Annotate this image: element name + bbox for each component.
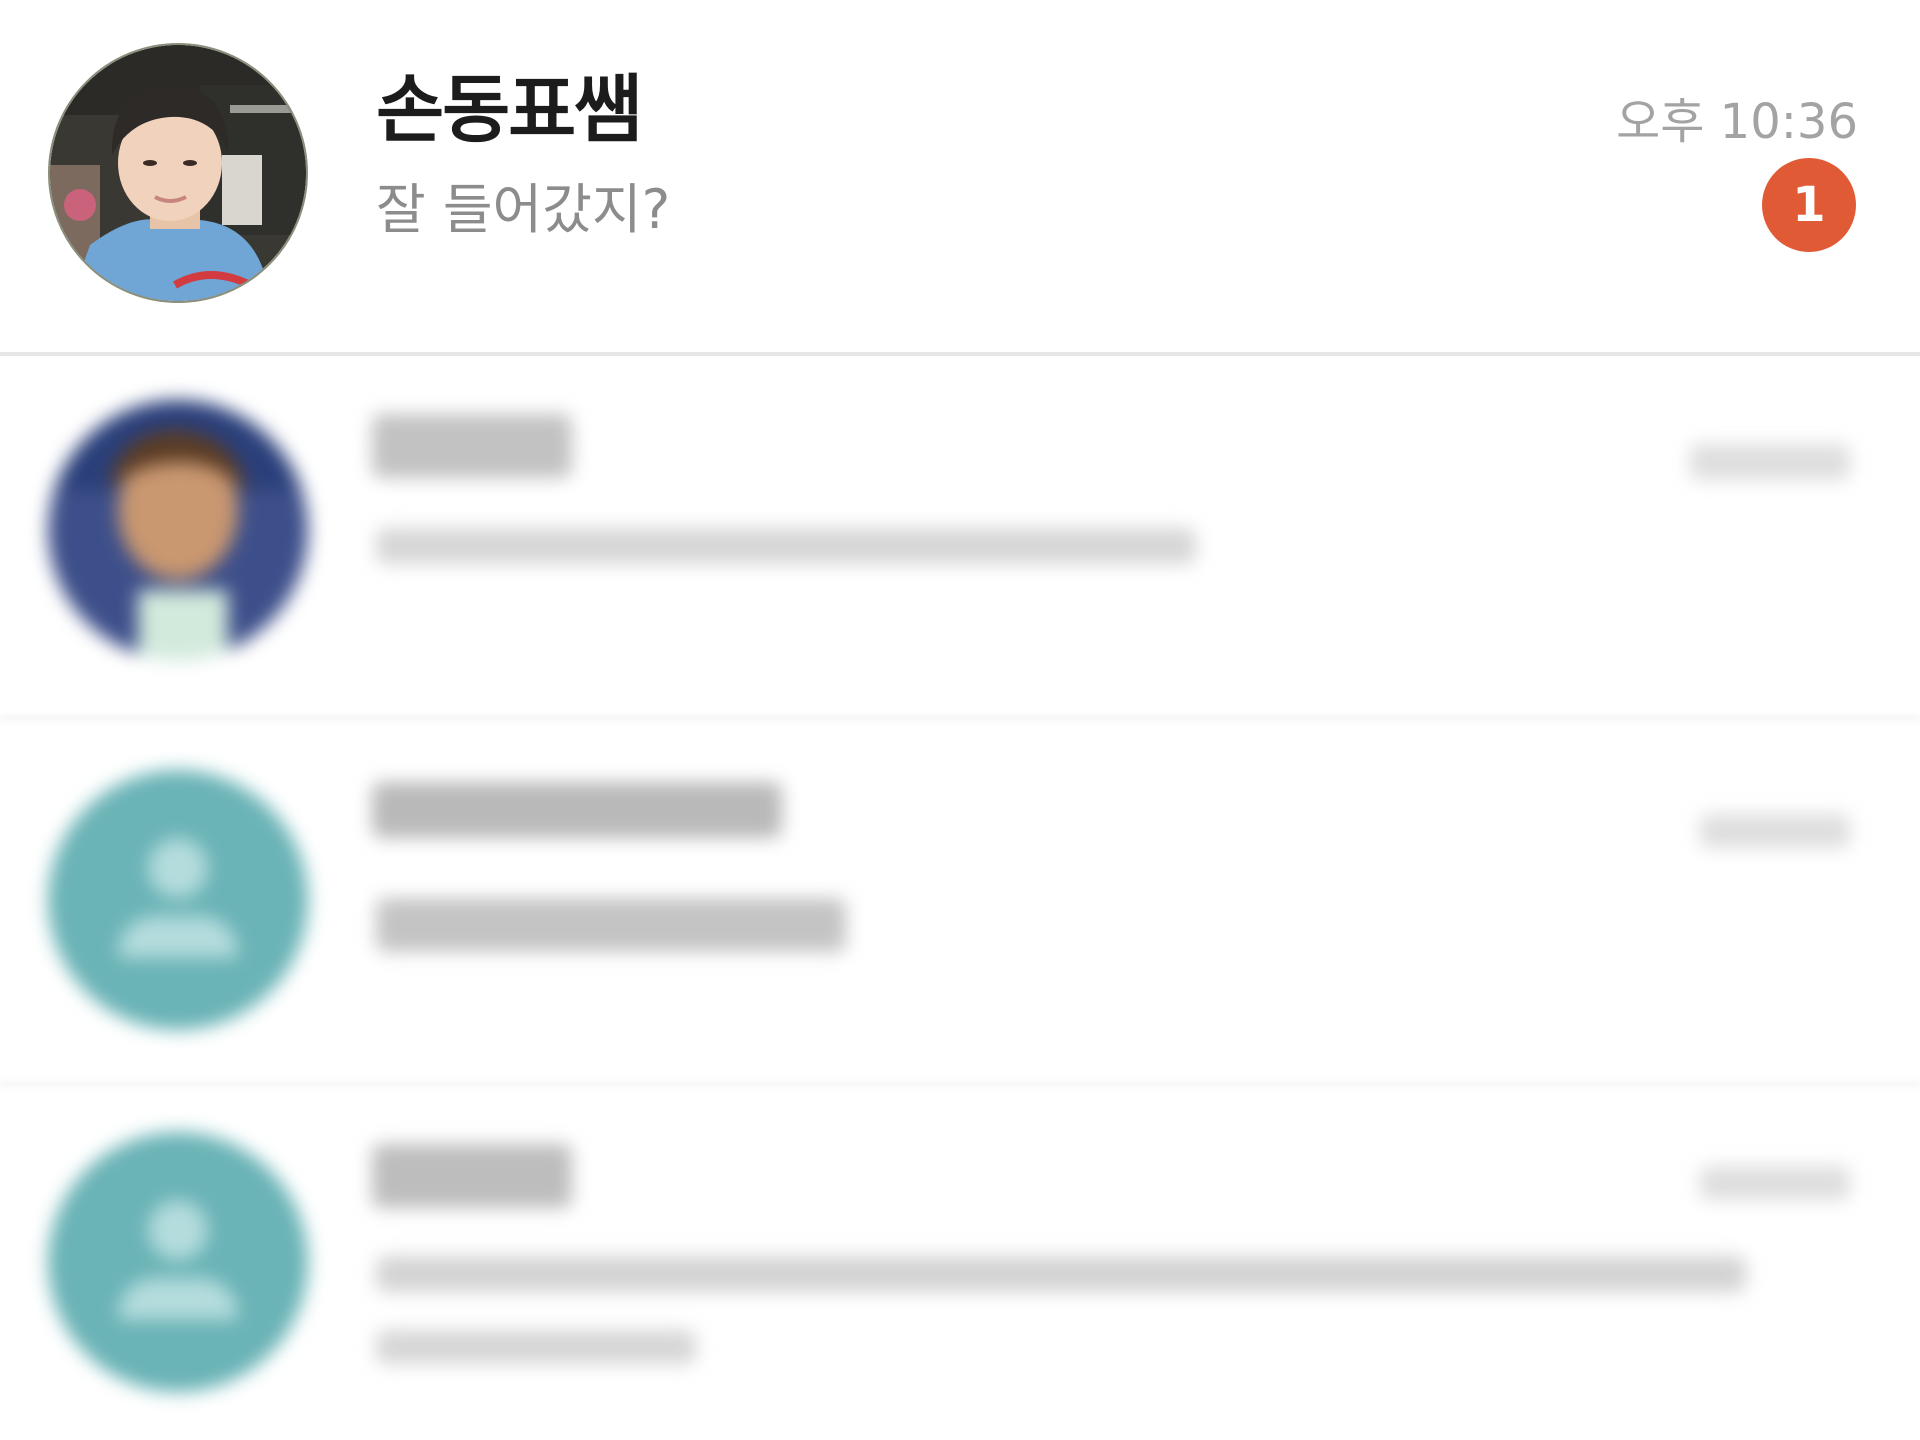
message-preview: 잘 들어갔지? [376, 178, 671, 241]
divider [0, 716, 1920, 720]
avatar[interactable] [48, 43, 308, 303]
chat-name-placeholder [372, 782, 782, 838]
chat-row-highlighted[interactable]: 손동표쌤 잘 들어갔지? 오후 10:36 1 [0, 0, 1920, 352]
profile-photo [48, 400, 308, 660]
chat-row-blurred[interactable] [0, 1088, 1920, 1440]
chat-name: 손동표쌤 [376, 67, 642, 153]
message-preview-placeholder [376, 1330, 696, 1364]
avatar[interactable] [48, 400, 308, 660]
chat-row-blurred[interactable] [0, 356, 1920, 718]
profile-photo [50, 45, 306, 301]
message-preview-placeholder [376, 1256, 1746, 1292]
chat-list-screen: 손동표쌤 잘 들어갔지? 오후 10:36 1 [0, 0, 1920, 1440]
chat-name-placeholder [372, 414, 572, 478]
message-time: 오후 10:36 [1616, 94, 1858, 150]
avatar[interactable] [48, 1132, 308, 1392]
message-preview-placeholder [376, 898, 846, 952]
message-time-placeholder [1700, 814, 1850, 848]
message-preview-placeholder [376, 528, 1196, 564]
message-time-placeholder [1700, 1166, 1850, 1200]
avatar[interactable] [48, 770, 308, 1030]
divider [0, 1082, 1920, 1086]
unread-badge: 1 [1762, 158, 1856, 252]
chat-name-placeholder [372, 1144, 572, 1208]
chat-row-blurred[interactable] [0, 722, 1920, 1084]
message-time-placeholder [1690, 444, 1850, 480]
